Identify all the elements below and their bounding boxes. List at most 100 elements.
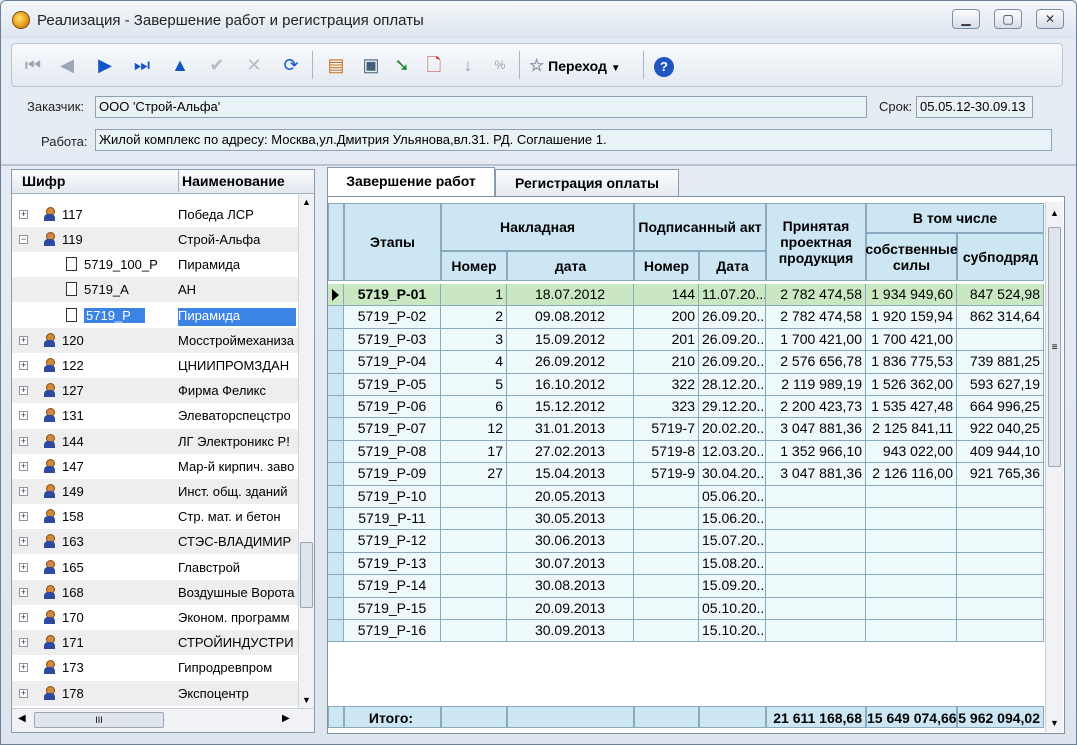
row-indicator[interactable] (328, 351, 344, 374)
maximize-button[interactable]: ▢ (994, 9, 1022, 29)
grid-cell-sub[interactable] (957, 530, 1044, 553)
grid-cell-accepted[interactable] (766, 620, 866, 643)
grid-cell-inv-num[interactable] (441, 508, 507, 531)
row-indicator[interactable] (328, 620, 344, 643)
expand-icon[interactable]: + (19, 688, 28, 698)
grid-cell-stage[interactable]: 5719_P-15 (344, 597, 441, 620)
tree-row[interactable]: +171 СТРОЙИНДУСТРИ (12, 630, 298, 656)
help-icon[interactable]: ? (651, 52, 677, 78)
grid-cell-act-date[interactable]: 15.07.20... (699, 530, 766, 553)
expand-icon[interactable]: + (19, 386, 28, 396)
expand-icon[interactable]: + (19, 487, 28, 496)
tree-scroll-thumb[interactable] (300, 542, 313, 608)
expand-icon[interactable]: + (19, 638, 28, 648)
grid-header-including[interactable]: В том числе (866, 203, 1044, 233)
row-indicator[interactable] (328, 597, 344, 620)
move-down-icon[interactable]: ↓ (455, 52, 481, 78)
grid-cell-inv-date[interactable]: 26.09.2012 (507, 351, 634, 374)
grid-cell-accepted[interactable] (766, 508, 866, 531)
grid-cell-sub[interactable]: 921 765,36 (957, 463, 1044, 486)
grid-cell-act-date[interactable]: 15.06.20... (699, 508, 766, 531)
tab-payment-registration[interactable]: Регистрация оплаты (495, 169, 679, 196)
customer-field[interactable]: ООО 'Строй-Альфа' (95, 96, 867, 118)
grid-cell-accepted[interactable]: 3 047 881,36 (766, 418, 866, 441)
tree-row[interactable]: 5719_100_P Пирамида (12, 252, 298, 277)
grid-header-act-date[interactable]: Дата (699, 251, 766, 281)
grid-cell-act-num[interactable] (634, 597, 699, 620)
grid-cell-accepted[interactable] (766, 485, 866, 508)
grid-cell-own[interactable] (866, 620, 957, 643)
tree-col-name[interactable]: Наименование (182, 173, 285, 189)
grid-cell-accepted[interactable] (766, 552, 866, 576)
row-indicator[interactable] (328, 373, 344, 396)
grid-cell-own[interactable] (866, 575, 957, 598)
first-record-icon[interactable]: ⏮ (20, 52, 46, 78)
grid-cell-act-date[interactable]: 26.09.20... (699, 351, 766, 374)
grid-cell-own[interactable] (866, 552, 957, 576)
grid-cell-act-num[interactable] (634, 620, 699, 643)
expand-icon[interactable]: + (19, 461, 28, 471)
grid-header-invoice[interactable]: Накладная (441, 203, 634, 251)
refresh-icon[interactable]: ⟳ (278, 52, 304, 78)
grid-cell-own[interactable]: 1 934 949,60 (866, 284, 957, 307)
grid-cell-sub[interactable]: 664 996,25 (957, 396, 1044, 419)
tree-row[interactable]: − 119 Строй-Альфа (12, 227, 298, 252)
tree-row[interactable]: +144 ЛГ Электроникс Р! (12, 428, 298, 454)
grid-cell-own[interactable]: 1 920 159,94 (866, 306, 957, 329)
grid-cell-accepted[interactable]: 1 700 421,00 (766, 328, 866, 352)
last-record-icon[interactable]: ⏭ (129, 52, 155, 78)
row-indicator[interactable] (328, 508, 344, 531)
grid-cell-sub[interactable]: 409 944,10 (957, 440, 1044, 464)
grid-cell-act-date[interactable]: 15.08.20... (699, 552, 766, 576)
grid-cell-sub[interactable]: 593 627,19 (957, 373, 1044, 396)
grid-cell-inv-num[interactable] (441, 620, 507, 643)
tree-row[interactable]: + 117 Победа ЛСР (12, 202, 298, 227)
grid-cell-act-date[interactable]: 28.12.20... (699, 373, 766, 396)
grid-cell-inv-date[interactable]: 30.08.2013 (507, 575, 634, 598)
row-indicator[interactable] (328, 328, 344, 352)
export-icon[interactable]: ➘ (389, 52, 415, 78)
tree-row[interactable]: +178 Экспоцентр (12, 680, 298, 706)
grid-cell-act-date[interactable]: 20.02.20... (699, 418, 766, 441)
grid-cell-inv-date[interactable]: 16.10.2012 (507, 373, 634, 396)
tree-row[interactable]: +147 Мар-й кирпич. заво (12, 454, 298, 479)
grid-cell-inv-num[interactable]: 3 (441, 328, 507, 352)
collapse-icon[interactable]: − (19, 235, 28, 244)
grid-cell-stage[interactable]: 5719_P-09 (344, 463, 441, 486)
cancel-edit-icon[interactable]: ✕ (241, 52, 267, 78)
grid-cell-inv-num[interactable] (441, 597, 507, 620)
grid-cell-act-date[interactable]: 15.09.20... (699, 575, 766, 598)
grid-cell-sub[interactable] (957, 508, 1044, 531)
grid-header-act[interactable]: Подписанный акт (634, 203, 766, 251)
grid-cell-inv-num[interactable]: 27 (441, 463, 507, 486)
grid-cell-act-date[interactable]: 29.12.20... (699, 396, 766, 419)
expand-icon[interactable]: + (19, 361, 28, 370)
expand-icon[interactable]: + (19, 562, 28, 572)
expand-icon[interactable]: + (19, 587, 28, 597)
tree-horizontal-scrollbar[interactable]: ◀ III ▶ (12, 708, 314, 732)
grid-cell-sub[interactable]: 922 040,25 (957, 418, 1044, 441)
grid-cell-act-num[interactable]: 200 (634, 306, 699, 329)
grid-cell-inv-num[interactable]: 5 (441, 373, 507, 396)
grid-cell-inv-date[interactable]: 27.02.2013 (507, 440, 634, 464)
row-indicator[interactable] (328, 396, 344, 419)
work-field[interactable]: Жилой комплекс по адресу: Москва,ул.Дмит… (95, 129, 1052, 151)
grid-cell-inv-date[interactable]: 30.05.2013 (507, 508, 634, 531)
grid-cell-act-num[interactable]: 322 (634, 373, 699, 396)
insert-record-icon[interactable]: ▲ (167, 52, 193, 78)
grid-cell-stage[interactable]: 5719_P-01 (344, 284, 441, 307)
row-indicator[interactable] (328, 552, 344, 576)
tree-row[interactable]: 5719_P Пирамида (12, 303, 298, 328)
tree-row[interactable]: +173 Гипродревпром (12, 655, 298, 680)
close-button[interactable]: ✕ (1036, 9, 1064, 29)
grid-cell-inv-num[interactable] (441, 552, 507, 576)
row-indicator[interactable] (328, 418, 344, 441)
grid-header-act-number[interactable]: Номер (634, 251, 699, 281)
grid-cell-accepted[interactable]: 2 782 474,58 (766, 306, 866, 329)
scroll-down-icon[interactable]: ▼ (302, 695, 311, 705)
goto-menu-button[interactable]: ☆ Переход ▼ (529, 54, 621, 78)
grid-cell-act-num[interactable] (634, 575, 699, 598)
grid-cell-act-num[interactable] (634, 508, 699, 531)
row-indicator[interactable] (328, 575, 344, 598)
row-indicator[interactable] (328, 440, 344, 464)
